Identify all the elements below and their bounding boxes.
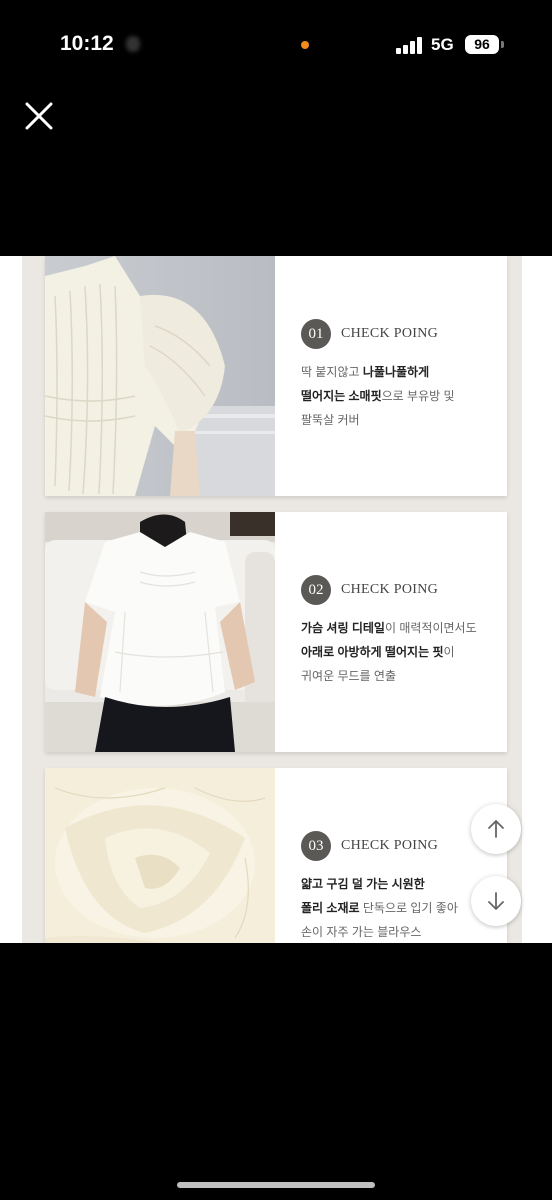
desc-line: 귀여운 무드를 연출 (301, 669, 396, 683)
check-point-card: 01 CHECK POING 딱 붙지않고 나풀나풀하게 떨어지는 소매핏으로 … (45, 256, 507, 496)
check-point-card: 03 CHECK POING 얇고 구김 덜 가는 시원한 폴리 소재로 단독으… (45, 768, 507, 943)
close-button[interactable] (22, 99, 56, 133)
battery-indicator: 96 (465, 35, 499, 54)
blurred-indicator (126, 36, 140, 52)
privacy-dot (301, 41, 309, 49)
close-icon (25, 102, 53, 130)
network-label: 5G (431, 35, 454, 54)
check-point-card: 02 CHECK POING 가슴 셔링 디테일이 매력적이면서도 아래로 아방… (45, 512, 507, 752)
arrow-down-icon (488, 892, 504, 910)
model-wearing-blouse-photo (45, 512, 275, 752)
signal-icon (396, 37, 424, 54)
scroll-down-button[interactable] (471, 876, 521, 926)
desc-line: 가슴 셔링 디테일이 매력적이면서도 (301, 621, 477, 635)
arrow-up-icon (488, 820, 504, 838)
battery-tip (501, 41, 504, 48)
check-point-heading: CHECK POING (341, 326, 439, 341)
check-point-description: 가슴 셔링 디테일이 매력적이면서도 아래로 아방하게 떨어지는 핏이 귀여운 … (301, 616, 506, 688)
check-point-heading: CHECK POING (341, 582, 439, 597)
desc-line: 팔뚝살 커버 (301, 413, 360, 427)
point-number-badge: 02 (301, 575, 331, 605)
desc-line: 딱 붙지않고 나풀나풀하게 (301, 365, 430, 379)
point-number-badge: 01 (301, 319, 331, 349)
desc-line: 떨어지는 소매핏으로 부유방 및 (301, 389, 455, 403)
product-detail-image: 01 CHECK POING 딱 붙지않고 나풀나풀하게 떨어지는 소매핏으로 … (0, 256, 552, 943)
home-indicator (177, 1182, 375, 1188)
fabric-closeup-photo (45, 768, 275, 943)
check-point-heading: CHECK POING (341, 838, 439, 853)
scroll-up-button[interactable] (471, 804, 521, 854)
status-time: 10:12 (60, 32, 114, 55)
check-point-description: 딱 붙지않고 나풀나풀하게 떨어지는 소매핏으로 부유방 및 팔뚝살 커버 (301, 360, 506, 432)
desc-line: 손이 자주 가는 블라우스 (301, 925, 422, 939)
point-number-badge: 03 (301, 831, 331, 861)
blouse-sleeve-photo (45, 256, 275, 496)
desc-line: 아래로 아방하게 떨어지는 핏이 (301, 645, 455, 659)
